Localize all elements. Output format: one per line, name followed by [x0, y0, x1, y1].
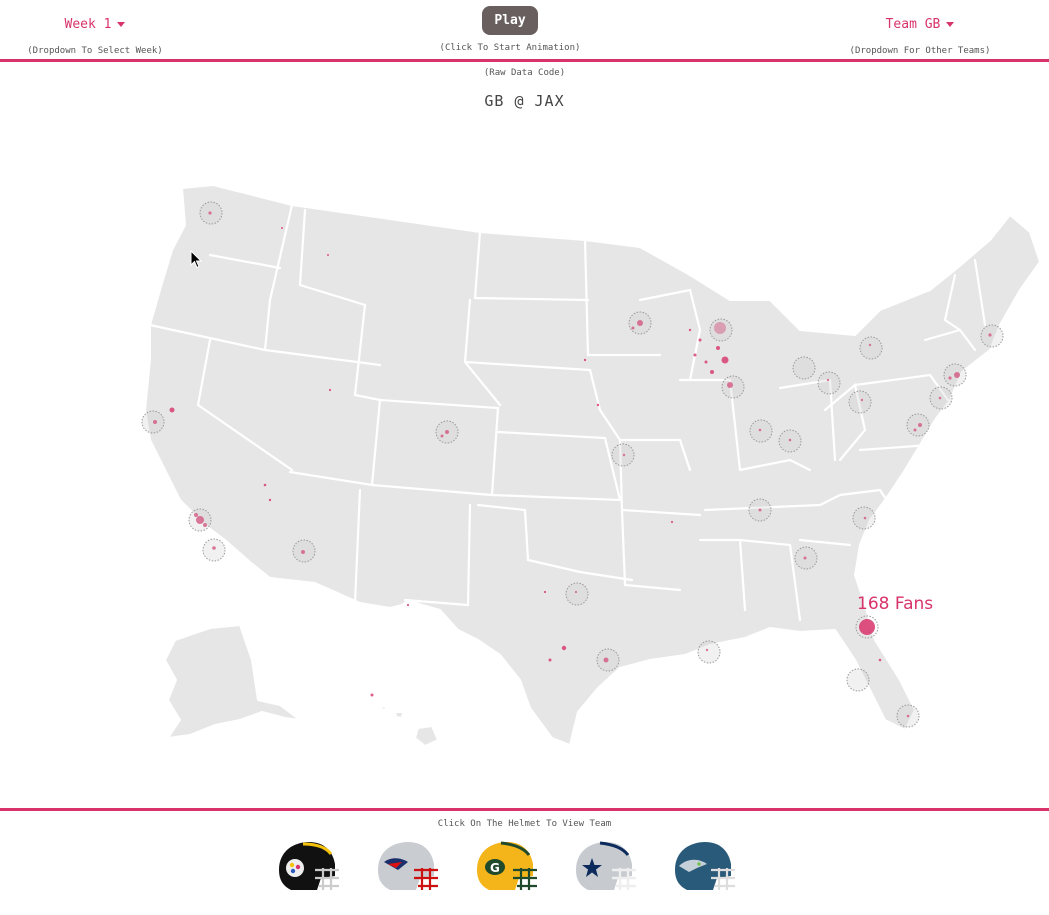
seahawks-helmet-icon[interactable] [669, 840, 737, 894]
cowboys-helmet-icon[interactable] [570, 840, 638, 894]
mouse-cursor-icon [190, 250, 203, 269]
helmet-hint: Click On The Helmet To View Team [437, 819, 612, 829]
highlighted-city[interactable]: 168 Fans [855, 594, 933, 639]
bottom-divider [0, 808, 1049, 811]
patriots-helmet-icon[interactable] [372, 840, 440, 894]
us-landmass [144, 184, 1041, 747]
steelers-helmet-icon[interactable] [273, 840, 341, 894]
us-fan-map: 168 Fans [141, 184, 1041, 747]
contiguous-us-shape [144, 184, 1041, 746]
svg-text:G: G [490, 861, 500, 875]
hawaii-shape [379, 705, 439, 747]
highlight-fan-count: 168 Fans [857, 594, 933, 614]
packers-helmet-icon[interactable]: G [471, 840, 539, 894]
alaska-shape [164, 624, 301, 739]
